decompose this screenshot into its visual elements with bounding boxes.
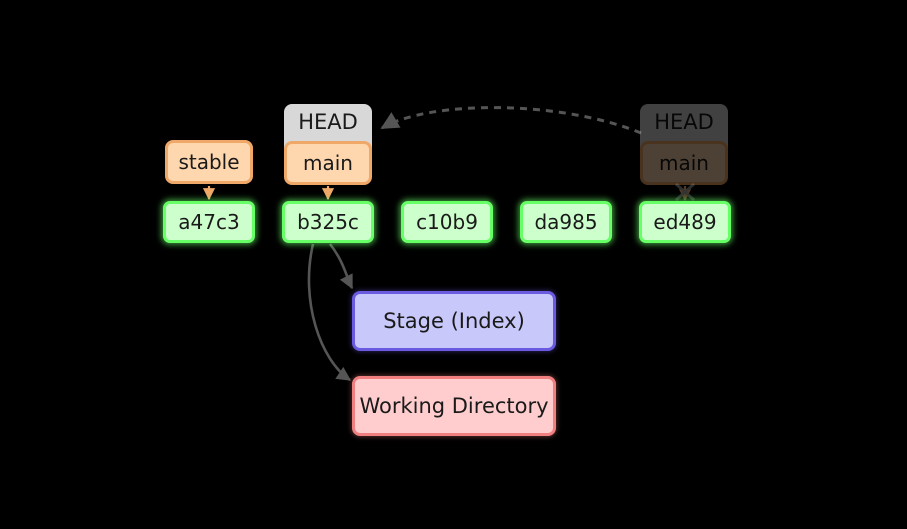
commit-hash-label: c10b9	[416, 210, 478, 234]
commit-hash-label: ed489	[653, 210, 717, 234]
diagram-edges-layer	[125, 106, 695, 382]
working-directory-panel-label: Working Directory	[359, 393, 549, 418]
head-label-old-text: HEAD	[654, 110, 714, 134]
commit-hash-label: da985	[534, 210, 598, 234]
commit-node-c10b9[interactable]: c10b9	[401, 201, 493, 243]
commit-node-b325c[interactable]: b325c	[282, 201, 374, 243]
branch-label-main-old-text: main	[659, 151, 709, 175]
commit-node-a47c3[interactable]: a47c3	[163, 201, 255, 243]
branch-label-main-current[interactable]: main	[284, 141, 372, 185]
broken-ref-x-mark	[675, 182, 695, 202]
edge-head-moved	[380, 106, 642, 135]
diagram-canvas: HEAD main stable HEAD main a47c3 b325c c…	[0, 0, 907, 529]
commit-hash-label: a47c3	[178, 210, 240, 234]
edge-b325c-to-stage	[328, 243, 354, 290]
commit-hash-label: b325c	[297, 210, 359, 234]
branch-label-stable[interactable]: stable	[165, 140, 253, 184]
commit-node-da985[interactable]: da985	[520, 201, 612, 243]
stage-index-panel-label: Stage (Index)	[383, 308, 525, 333]
branch-label-main-current-text: main	[303, 151, 353, 175]
branch-label-stable-text: stable	[178, 150, 240, 174]
stage-index-panel[interactable]: Stage (Index)	[352, 291, 556, 351]
working-directory-panel[interactable]: Working Directory	[352, 376, 556, 436]
edge-b325c-to-workdir	[307, 243, 352, 382]
head-label-current-text: HEAD	[298, 110, 358, 134]
branch-label-main-old[interactable]: main	[640, 141, 728, 185]
commit-node-ed489[interactable]: ed489	[639, 201, 731, 243]
